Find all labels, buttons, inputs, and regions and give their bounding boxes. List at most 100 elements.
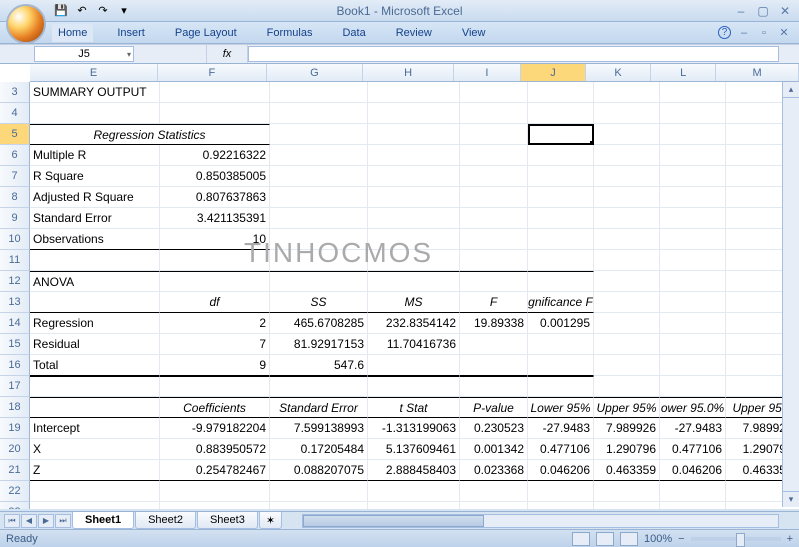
tab-home[interactable]: Home — [52, 24, 93, 42]
cell-E12[interactable]: ANOVA — [30, 271, 160, 292]
cell-H5[interactable] — [368, 124, 460, 145]
cell-I14[interactable]: 19.89338 — [460, 313, 528, 334]
ribbon-minimize-button[interactable]: – — [737, 26, 751, 40]
cell-F14[interactable]: 2 — [160, 313, 270, 334]
row-header-6[interactable]: 6 — [0, 145, 30, 166]
tab-nav-next[interactable]: ▶ — [38, 514, 54, 528]
zoom-slider[interactable] — [691, 537, 781, 541]
cell-H14[interactable]: 232.8354142 — [368, 313, 460, 334]
row-header-14[interactable]: 14 — [0, 313, 30, 334]
cell-J4[interactable] — [528, 103, 594, 124]
cell-K23[interactable] — [594, 502, 660, 509]
cell-E20[interactable]: X — [30, 439, 160, 460]
cell-G5[interactable] — [270, 124, 368, 145]
cell-H12[interactable] — [368, 271, 460, 292]
cell-H6[interactable] — [368, 145, 460, 166]
cell-J14[interactable]: 0.001295 — [528, 313, 594, 334]
cell-E10[interactable]: Observations — [30, 229, 160, 250]
cell-G8[interactable] — [270, 187, 368, 208]
cell-H7[interactable] — [368, 166, 460, 187]
cell-F4[interactable] — [160, 103, 270, 124]
cell-L5[interactable] — [660, 124, 726, 145]
cell-H11[interactable] — [368, 250, 460, 271]
close-button[interactable]: ✕ — [777, 4, 793, 18]
zoom-out-button[interactable]: − — [678, 533, 684, 545]
cell-L14[interactable] — [660, 313, 726, 334]
cell-I13[interactable]: F — [460, 292, 528, 313]
cell-K12[interactable] — [594, 271, 660, 292]
cell-L23[interactable] — [660, 502, 726, 509]
tab-formulas[interactable]: Formulas — [261, 24, 319, 42]
row-header-18[interactable]: 18 — [0, 397, 30, 418]
cell-I6[interactable] — [460, 145, 528, 166]
row-header-5[interactable]: 5 — [0, 124, 30, 145]
cell-J11[interactable] — [528, 250, 594, 271]
cell-G11[interactable] — [270, 250, 368, 271]
cell-H16[interactable] — [368, 355, 460, 376]
cell-I19[interactable]: 0.230523 — [460, 418, 528, 439]
undo-icon[interactable]: ↶ — [73, 2, 91, 20]
cell-K14[interactable] — [594, 313, 660, 334]
cell-H17[interactable] — [368, 376, 460, 397]
tab-insert[interactable]: Insert — [111, 24, 151, 42]
sheet-tab-1[interactable]: Sheet1 — [72, 512, 134, 529]
cell-I4[interactable] — [460, 103, 528, 124]
vertical-scrollbar[interactable]: ▴ ▾ — [782, 82, 799, 507]
cell-J22[interactable] — [528, 481, 594, 502]
cell-K5[interactable] — [594, 124, 660, 145]
cell-F11[interactable] — [160, 250, 270, 271]
cell-F6[interactable]: 0.92216322 — [160, 145, 270, 166]
row-header-11[interactable]: 11 — [0, 250, 30, 271]
minimize-button[interactable]: – — [733, 4, 749, 18]
cell-K7[interactable] — [594, 166, 660, 187]
cell-K4[interactable] — [594, 103, 660, 124]
cell-K15[interactable] — [594, 334, 660, 355]
cell-F15[interactable]: 7 — [160, 334, 270, 355]
cell-E22[interactable] — [30, 481, 160, 502]
cell-L16[interactable] — [660, 355, 726, 376]
cell-I10[interactable] — [460, 229, 528, 250]
cell-J5[interactable] — [528, 124, 594, 145]
row-header-9[interactable]: 9 — [0, 208, 30, 229]
cell-L9[interactable] — [660, 208, 726, 229]
cell-L18[interactable]: ower 95.0% — [660, 397, 726, 418]
cell-L22[interactable] — [660, 481, 726, 502]
cell-J10[interactable] — [528, 229, 594, 250]
ribbon-restore-button[interactable]: ▫ — [757, 26, 771, 40]
cell-F18[interactable]: Coefficients — [160, 397, 270, 418]
cell-F12[interactable] — [160, 271, 270, 292]
name-box[interactable]: J5 — [34, 46, 134, 62]
cell-H9[interactable] — [368, 208, 460, 229]
cell-K13[interactable] — [594, 292, 660, 313]
cell-K10[interactable] — [594, 229, 660, 250]
cell-K21[interactable]: 0.463359 — [594, 460, 660, 481]
scroll-up-button[interactable]: ▴ — [783, 82, 799, 98]
cell-H4[interactable] — [368, 103, 460, 124]
cell-G4[interactable] — [270, 103, 368, 124]
cell-K22[interactable] — [594, 481, 660, 502]
zoom-level[interactable]: 100% — [644, 533, 672, 545]
fx-button[interactable]: fx — [206, 45, 248, 63]
cell-E13[interactable] — [30, 292, 160, 313]
cell-H20[interactable]: 5.137609461 — [368, 439, 460, 460]
cell-F22[interactable] — [160, 481, 270, 502]
cell-J17[interactable] — [528, 376, 594, 397]
cell-J20[interactable]: 0.477106 — [528, 439, 594, 460]
row-header-15[interactable]: 15 — [0, 334, 30, 355]
col-header-I[interactable]: I — [454, 64, 521, 81]
cell-L15[interactable] — [660, 334, 726, 355]
cell-K11[interactable] — [594, 250, 660, 271]
col-header-G[interactable]: G — [267, 64, 364, 81]
cell-H19[interactable]: -1.313199063 — [368, 418, 460, 439]
cell-G22[interactable] — [270, 481, 368, 502]
cell-G14[interactable]: 465.6708285 — [270, 313, 368, 334]
tab-page-layout[interactable]: Page Layout — [169, 24, 243, 42]
cell-I20[interactable]: 0.001342 — [460, 439, 528, 460]
view-pagebreak-button[interactable] — [620, 532, 638, 546]
cell-I5[interactable] — [460, 124, 528, 145]
cell-G7[interactable] — [270, 166, 368, 187]
cell-E23[interactable] — [30, 502, 160, 509]
cell-L3[interactable] — [660, 82, 726, 103]
cell-J3[interactable] — [528, 82, 594, 103]
sheet-tab-2[interactable]: Sheet2 — [135, 512, 196, 529]
